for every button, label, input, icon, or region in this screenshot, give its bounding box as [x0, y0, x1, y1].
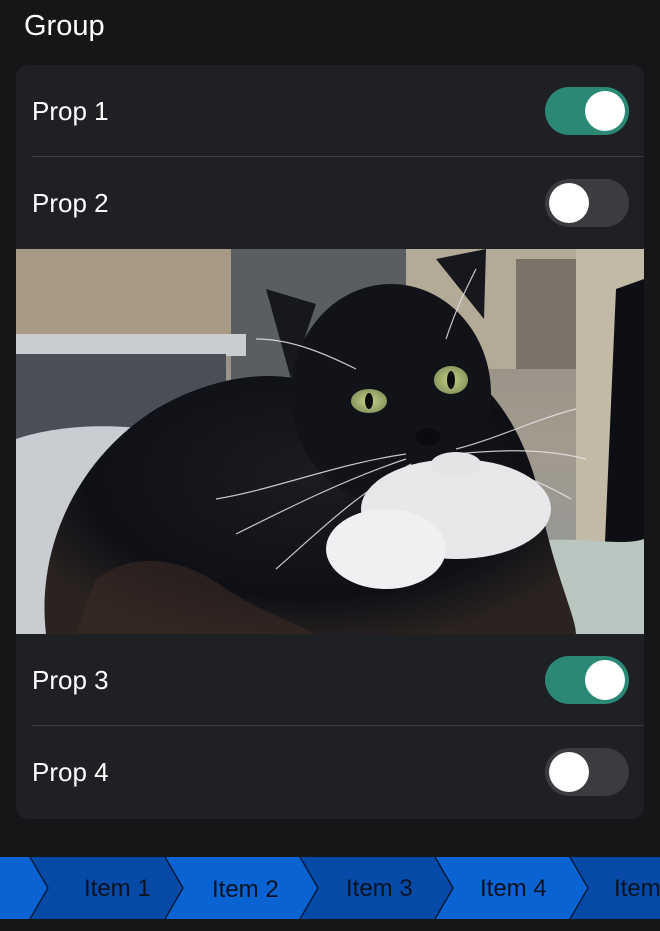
group-title: Group: [24, 10, 105, 42]
prop-2-toggle[interactable]: [545, 179, 629, 227]
breadcrumb-label-1: Item 1: [84, 875, 151, 902]
prop-row-3: Prop 3: [16, 634, 644, 726]
prop-3-toggle[interactable]: [545, 656, 629, 704]
toggle-knob: [585, 660, 625, 700]
prop-label-3: Prop 3: [32, 665, 109, 695]
prop-4-toggle[interactable]: [545, 748, 629, 796]
prop-row-1: Prop 1: [16, 65, 644, 157]
prop-1-toggle[interactable]: [545, 87, 629, 135]
prop-row-4: Prop 4: [16, 726, 644, 818]
prop-row-2: Prop 2: [16, 157, 644, 249]
toggle-knob: [549, 752, 589, 792]
breadcrumb-label-5: Item: [614, 875, 660, 902]
prop-label-2: Prop 2: [32, 188, 109, 218]
toggle-knob: [549, 183, 589, 223]
breadcrumb-label-4: Item 4: [480, 875, 547, 902]
properties-card: Prop 1 Prop 2 Prop 3 Prop 4: [16, 65, 644, 819]
toggle-knob: [585, 91, 625, 131]
breadcrumb-label-3: Item 3: [346, 875, 413, 902]
breadcrumb-bar: Item 1 Item 2 Item 3 Item 4 Item: [0, 857, 660, 919]
prop-label-1: Prop 1: [32, 96, 109, 126]
cat-photo: [16, 249, 644, 634]
prop-label-4: Prop 4: [32, 757, 109, 787]
breadcrumb-label-2: Item 2: [212, 876, 279, 903]
